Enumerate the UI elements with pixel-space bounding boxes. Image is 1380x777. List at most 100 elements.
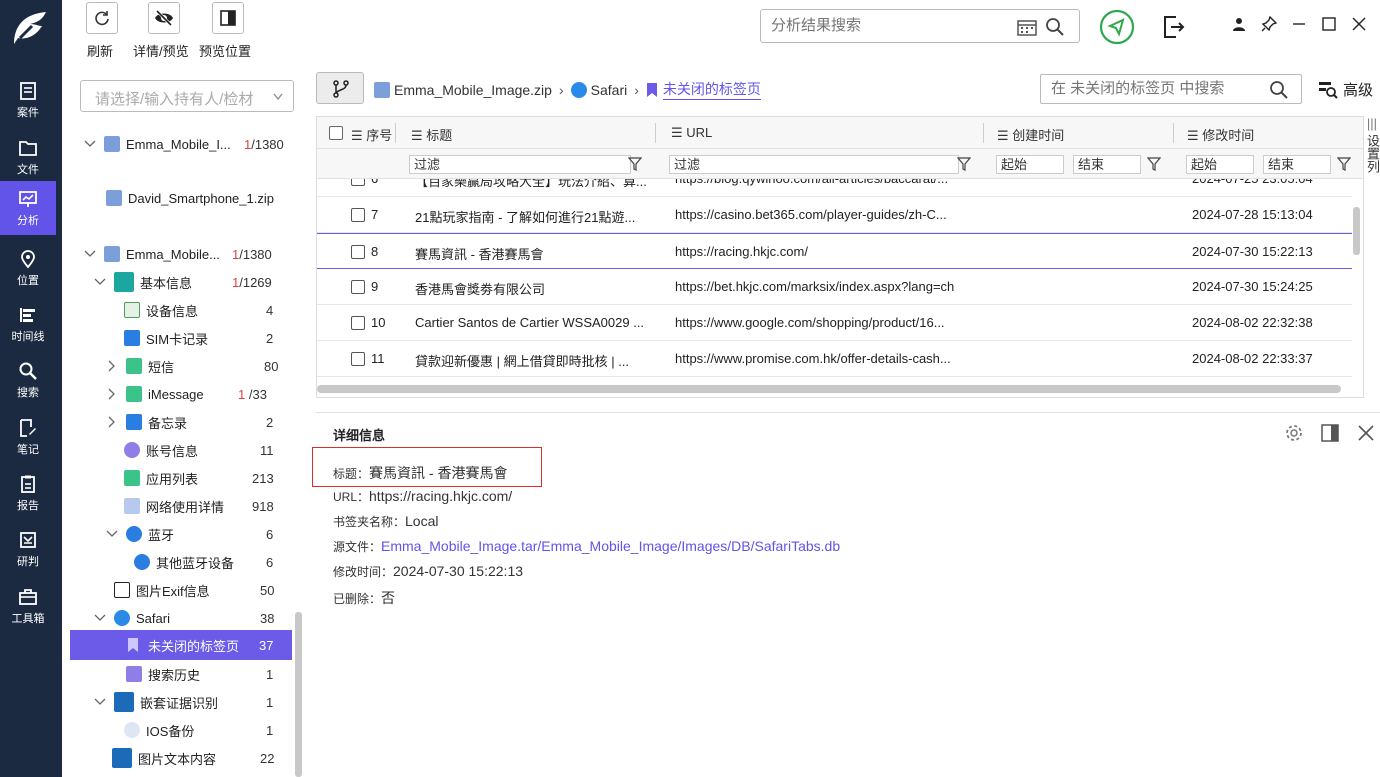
row-checkbox[interactable] [351,352,365,366]
select-all-checkbox[interactable] [329,126,343,140]
filter-icon[interactable] [957,157,971,171]
calendar-icon[interactable] [1017,18,1037,36]
rail-item-timeline[interactable]: 时间线 [0,298,56,350]
tab-search-input[interactable] [1051,80,1261,97]
table-row[interactable]: 10 Cartier Santos de Cartier WSSA0029 ..… [317,305,1352,341]
table-row[interactable]: 11 貸款迎新優惠 | 網上借貸即時批核 | ... https://www.p… [317,341,1352,377]
tree-node-image-text[interactable]: 图片文本内容 22 [112,744,302,772]
column-settings-tab[interactable]: ||| 设置列 [1364,116,1380,216]
bluetooth-icon [126,526,142,542]
row-checkbox[interactable] [351,208,365,222]
tree-node-open-tabs[interactable]: 未关闭的标签页 37 [70,630,292,660]
column-header-created[interactable]: ☰ 创建时间 [997,125,1064,144]
breadcrumb-item-safari[interactable]: Safari [591,82,628,98]
tree-node-nested-evidence[interactable]: 嵌套证据识别 1 [94,688,302,716]
refresh-button[interactable] [86,2,118,34]
tree-node-emma-1[interactable]: Emma_Mobile_I... 1/1380 [84,130,302,158]
table-row[interactable]: 7 21點玩家指南 - 了解如何進行21點遊... https://casino… [317,197,1352,233]
column-header-seq[interactable]: ☰ 序号 [351,125,392,144]
tab-search-box[interactable] [1040,74,1302,104]
tree-node-image-exif[interactable]: 图片Exif信息 50 [114,576,302,604]
url-filter-input[interactable]: 过滤 [669,155,959,174]
imessage-icon [126,386,142,402]
tree-node-basic-info[interactable]: 基本信息 1/1269 [94,268,302,296]
created-end-input[interactable]: 结束 [1073,155,1141,174]
breadcrumb-item-open-tabs[interactable]: 未关闭的标签页 [662,79,761,100]
detail-field-title: 标题：賽馬資訊 - 香港賽馬會 [333,463,507,483]
rail-item-judge[interactable]: 研判 [0,523,56,575]
rail-item-search[interactable]: 搜索 [0,354,56,406]
tree-node-sim[interactable]: SIM卡记录 2 [124,324,302,352]
tree-node-memo[interactable]: 备忘录 2 [106,408,302,436]
result-search-box[interactable] [760,9,1080,43]
breadcrumb-item-zip[interactable]: Emma_Mobile_Image.zip [394,82,552,98]
rail-item-analysis[interactable]: 分析 [0,181,56,235]
tree-node-count: /1269 [239,274,272,290]
created-start-input[interactable]: 起始 [996,155,1064,174]
table-row[interactable]: 9 香港馬會獎劵有限公司 https://bet.hkjc.com/marksi… [317,269,1352,305]
cell-seq: 9 [371,279,379,294]
search-icon[interactable] [1045,17,1065,37]
close-icon[interactable] [1352,17,1366,31]
row-checkbox[interactable] [351,280,365,294]
detail-preview-button[interactable] [148,2,180,34]
column-header-title[interactable]: ☰ 标题 [411,125,452,144]
tree-node-label: IOS备份 [146,723,195,739]
tree-node-label: 短信 [148,359,175,375]
analysis-icon [19,190,37,207]
tree-node-david[interactable]: David_Smartphone_1.zip [106,184,302,212]
modified-end-input[interactable]: 结束 [1263,155,1331,174]
gear-icon[interactable] [1284,423,1304,443]
rail-item-toolbox[interactable]: 工具箱 [0,580,56,632]
rail-item-note[interactable]: 笔记 [0,411,56,463]
branch-button[interactable] [316,72,364,104]
modified-start-input[interactable]: 起始 [1186,155,1254,174]
rail-item-file[interactable]: 文件 [0,131,56,183]
filter-icon[interactable] [628,157,642,171]
tree-node-account[interactable]: 账号信息 11 [124,436,302,464]
tree-node-device-info[interactable]: 设备信息 4 [124,296,302,324]
column-header-url[interactable]: ☰ URL [671,125,712,141]
horizontal-scrollbar[interactable] [317,385,1341,393]
tree-node-label: iMessage [148,386,204,402]
chevron-down-icon [84,250,96,257]
rail-item-case[interactable]: 案件 [0,74,56,126]
search-icon[interactable] [1269,80,1289,100]
source-file-link[interactable]: Emma_Mobile_Image.tar/Emma_Mobile_Image/… [381,538,840,554]
tree-node-safari[interactable]: Safari 38 [94,604,302,632]
tree-node-emma-2[interactable]: Emma_Mobile... 1/1380 [84,240,302,268]
row-checkbox[interactable] [351,245,365,259]
tree-node-bluetooth[interactable]: 蓝牙 6 [106,520,302,548]
preview-position-button[interactable] [212,2,244,34]
tree-node-imessage[interactable]: iMessage 1 /33 [106,380,302,408]
column-header-modified[interactable]: ☰ 修改时间 [1187,125,1254,144]
tree-node-sms[interactable]: 短信 80 [106,352,302,380]
rail-item-report[interactable]: 报告 [0,467,56,519]
minimize-icon[interactable] [1292,17,1306,31]
tree-node-search-history[interactable]: 搜索历史 1 [126,660,302,688]
result-search-input[interactable] [771,17,1011,34]
filter-icon[interactable] [1337,157,1351,171]
chevron-down-icon [84,140,96,147]
split-panel-icon[interactable] [1320,423,1340,443]
close-icon[interactable] [1356,423,1376,443]
advanced-search-button[interactable]: 高级 [1318,79,1373,100]
rail-item-location[interactable]: 位置 [0,242,56,294]
maximize-icon[interactable] [1322,17,1336,31]
tree-scrollbar[interactable] [295,612,302,777]
row-checkbox[interactable] [351,316,365,330]
title-filter-input[interactable]: 过滤 [409,155,631,174]
holder-select[interactable]: 请选择/输入持有人/检材 [80,80,294,112]
user-icon[interactable] [1232,17,1246,31]
table-row-selected[interactable]: 8 賽馬資訊 - 香港賽馬會 https://racing.hkjc.com/ … [317,233,1352,269]
vertical-scrollbar[interactable] [1353,207,1360,255]
filter-icon[interactable] [1147,157,1161,171]
tree-node-ios-backup[interactable]: IOS备份 1 [124,716,302,744]
tree-node-network-usage[interactable]: 网络使用详情 918 [124,492,302,520]
status-check-icon[interactable] [1099,9,1135,45]
tree-node-other-bluetooth[interactable]: 其他蓝牙设备 6 [134,548,302,576]
pin-icon[interactable] [1261,16,1277,32]
rail-label-toolbox: 工具箱 [11,612,45,625]
tree-node-app-list[interactable]: 应用列表 213 [124,464,302,492]
export-icon[interactable] [1162,14,1186,40]
